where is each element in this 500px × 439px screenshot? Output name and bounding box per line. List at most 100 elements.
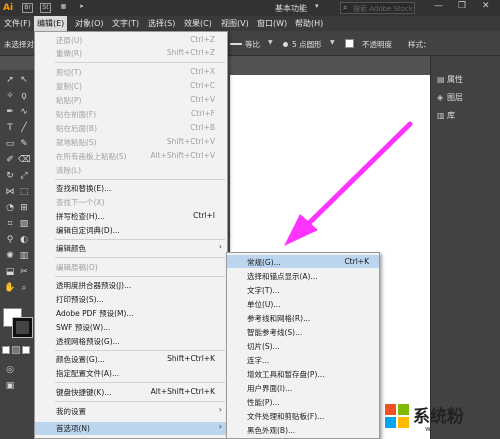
menu-item-pdf-presets[interactable]: Adobe PDF 预设(M)... [35,307,227,320]
workspace-switcher[interactable]: 基本功能 [275,3,307,14]
menu-item-transparency-flattener[interactable]: 透明度拼合器预设(J)... [35,279,227,292]
zoom-tool-icon[interactable]: ⌕ [18,282,30,294]
style-swatch[interactable] [345,39,354,48]
menu-item-find-replace[interactable]: 查找和替换(E)... [35,182,227,195]
mesh-tool-icon[interactable]: ⌗ [4,218,16,230]
menu-item-assign-profile[interactable]: 指定配置文件(A)... [35,367,227,380]
menu-item-paste-in-place[interactable]: 就地粘贴(S) Shift+Ctrl+V [35,136,227,149]
submenu-item-slices[interactable]: 切片(S)... [227,339,379,352]
menu-item-clear[interactable]: 清除(L) [35,164,227,177]
menu-item-perspective-grid-presets[interactable]: 透视网格预设(G)... [35,335,227,348]
none-mode-icon[interactable] [22,346,30,354]
submenu-item-selection-anchor[interactable]: 选择和锚点显示(A)... [227,269,379,282]
submenu-item-file-handling[interactable]: 文件处理和剪贴板(F)... [227,409,379,422]
chevron-down-icon[interactable]: ▼ [268,39,273,46]
menu-file[interactable]: 文件(F) [4,18,31,29]
menu-item-undo[interactable]: 还原(U) Ctrl+Z [35,34,227,47]
stock-icon[interactable]: St [40,3,51,13]
search-input[interactable]: ⌕ 搜索 Adobe Stock [340,2,415,14]
close-button[interactable]: ✕ [482,1,490,11]
color-mode-icon[interactable] [2,346,10,354]
blend-tool-icon[interactable]: ◐ [18,234,30,246]
artboard-tool-icon[interactable]: ⬓ [4,266,16,278]
submenu-item-hyphenation[interactable]: 连字... [227,353,379,366]
menu-item-spell-check[interactable]: 拼写检查(H)... Ctrl+I [35,210,227,223]
menu-window[interactable]: 窗口(W) [257,18,287,29]
submenu-item-performance[interactable]: 性能(P)... [227,395,379,408]
menu-item-swf-presets[interactable]: SWF 预设(W)... [35,321,227,334]
submenu-item-user-interface[interactable]: 用户界面(I)... [227,381,379,394]
shape-builder-tool-icon[interactable]: ◔ [4,202,16,214]
screen-mode-icon[interactable]: ▣ [4,380,16,392]
type-tool-icon[interactable]: T [4,122,16,134]
gradient-mode-icon[interactable] [12,346,20,354]
slice-tool-icon[interactable]: ✂ [18,266,30,278]
eraser-tool-icon[interactable]: ⌫ [18,154,31,166]
selection-tool-icon[interactable]: ➚ [4,74,16,86]
curvature-tool-icon[interactable]: ∿ [18,106,30,118]
menu-edit[interactable]: 编辑(E) [34,16,68,31]
menu-object[interactable]: 对象(O) [75,18,104,29]
paintbrush-tool-icon[interactable]: ✎ [18,138,30,150]
line-tool-icon[interactable]: ╱ [18,122,30,134]
bridge-icon[interactable]: Br [22,3,33,13]
submenu-item-smart-guides[interactable]: 智能参考线(S)... [227,325,379,338]
minimize-button[interactable]: — [434,1,443,11]
submenu-item-type[interactable]: 文字(T)... [227,283,379,296]
menu-item-paste-in-back[interactable]: 贴在后面(B) Ctrl+B [35,122,227,135]
menu-help[interactable]: 帮助(H) [295,18,323,29]
libraries-panel-tab[interactable]: ▥ 库 [437,110,455,121]
brush-select[interactable]: 5 点圆形 [292,39,322,50]
menu-effect[interactable]: 效果(C) [184,18,212,29]
menu-item-paste[interactable]: 粘贴(P) Ctrl+V [35,94,227,107]
menu-item-edit-dictionary[interactable]: 编辑自定词典(D)... [35,224,227,237]
submenu-item-guides-grid[interactable]: 参考线和网格(R)... [227,311,379,324]
menu-item-color-settings[interactable]: 颜色设置(G)... Shift+Ctrl+K [35,353,227,366]
hand-tool-icon[interactable]: ✋ [4,282,16,294]
column-graph-tool-icon[interactable]: ▥ [18,250,30,262]
rectangle-tool-icon[interactable]: ▭ [4,138,16,150]
perspective-grid-tool-icon[interactable]: ⊞ [18,202,30,214]
menu-item-preferences[interactable]: 首选项(N) › [35,422,227,435]
stroke-color-swatch[interactable] [12,317,33,338]
menu-type[interactable]: 文字(T) [112,18,139,29]
chevron-down-icon[interactable]: ▾ [315,2,319,10]
menu-item-cut[interactable]: 剪切(T) Ctrl+X [35,66,227,79]
layers-panel-tab[interactable]: ◈ 图层 [437,92,463,103]
shaper-tool-icon[interactable]: ✐ [4,154,16,166]
menu-view[interactable]: 视图(V) [221,18,249,29]
submenu-item-general[interactable]: 常规(G)... Ctrl+K [227,255,379,268]
pen-tool-icon[interactable]: ✒ [4,106,16,118]
scale-tool-icon[interactable]: ⤢ [18,170,30,182]
menu-item-edit-colors[interactable]: 编辑颜色 › [35,242,227,255]
send-icon[interactable]: ➤ [76,3,87,13]
lasso-tool-icon[interactable]: ϙ [18,90,30,102]
draw-mode-icon[interactable]: ◎ [4,364,16,376]
submenu-item-plugins-scratch[interactable]: 增效工具和暂存盘(P)... [227,367,379,380]
menu-item-redo[interactable]: 重做(R) Shift+Ctrl+Z [35,47,227,60]
symbol-sprayer-tool-icon[interactable]: ✺ [4,250,16,262]
chevron-down-icon[interactable]: ▼ [330,39,335,46]
menu-item-copy[interactable]: 复制(C) Ctrl+C [35,80,227,93]
maximize-button[interactable]: ❐ [458,1,466,11]
submenu-item-appearance-black[interactable]: 黑色外观(B)... [227,423,379,436]
menu-item-find-next[interactable]: 查找下一个(X) [35,196,227,209]
opacity-link[interactable]: 不透明度 [362,39,392,50]
stroke-profile-select[interactable]: 等比 [245,39,260,50]
magic-wand-tool-icon[interactable]: ✧ [4,90,16,102]
rotate-tool-icon[interactable]: ↻ [4,170,16,182]
width-tool-icon[interactable]: ⋈ [4,186,16,198]
layout-grid-icon[interactable]: ▦ [58,3,69,13]
menu-item-paste-all-artboards[interactable]: 在所有画板上粘贴(S) Alt+Shift+Ctrl+V [35,150,227,163]
menu-item-keyboard-shortcuts[interactable]: 键盘快捷键(K)... Alt+Shift+Ctrl+K [35,386,227,399]
submenu-item-units[interactable]: 单位(U)... [227,297,379,310]
menu-item-paste-in-front[interactable]: 贴在前面(F) Ctrl+F [35,108,227,121]
stroke-profile-preview[interactable] [230,43,242,45]
menu-item-edit-original[interactable]: 编辑原稿(O) [35,261,227,274]
menu-select[interactable]: 选择(S) [148,18,175,29]
menu-item-my-settings[interactable]: 我的设置 › [35,405,227,418]
gradient-tool-icon[interactable]: ▨ [18,218,30,230]
free-transform-tool-icon[interactable]: ⬚ [18,186,30,198]
eyedropper-tool-icon[interactable]: ⚲ [4,234,16,246]
menu-item-print-presets[interactable]: 打印预设(S)... [35,293,227,306]
